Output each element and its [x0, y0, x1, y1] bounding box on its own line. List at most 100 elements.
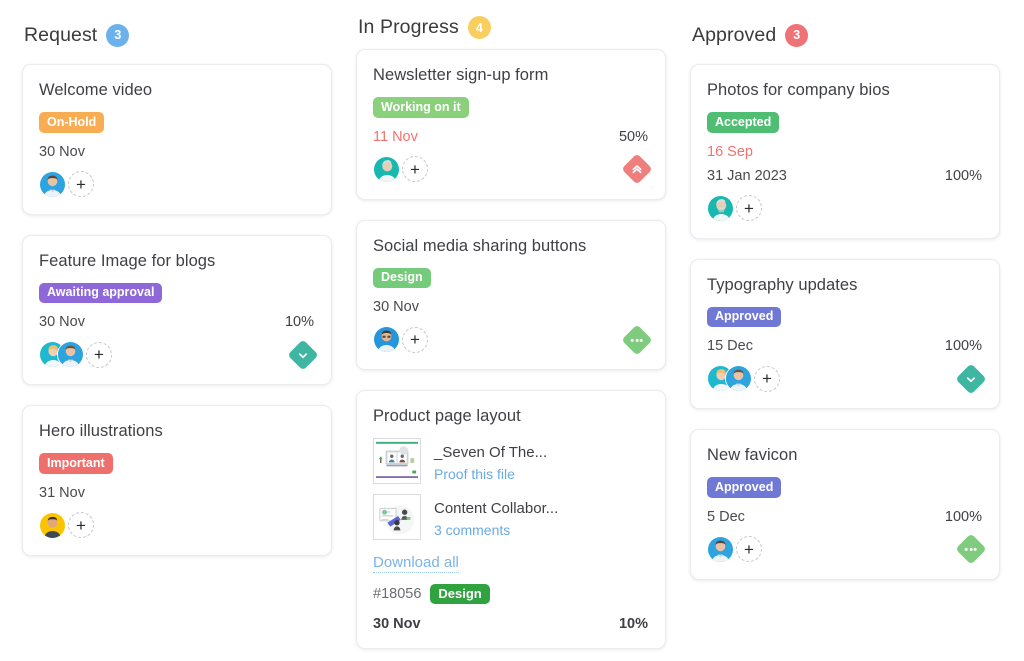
- card-product-page-layout[interactable]: Product page layout _Seven Of The... Pro…: [356, 390, 666, 649]
- due-date: 15 Dec: [707, 338, 753, 354]
- card-social-media-sharing-buttons[interactable]: Social media sharing buttons Design 30 N…: [356, 219, 666, 370]
- card-footer: +: [373, 323, 653, 356]
- card-meta-row: 30 Nov 10%: [373, 616, 648, 632]
- add-assignee-button[interactable]: +: [754, 365, 780, 392]
- progress-percent: 100%: [944, 338, 982, 354]
- card-welcome-video[interactable]: Welcome video On-Hold 30 Nov +: [22, 64, 332, 215]
- column-in-progress: In Progress 4 Newsletter sign-up form Wo…: [356, 16, 666, 661]
- card-meta-row: 11 Nov 50%: [373, 129, 648, 145]
- card-photos-for-company-bios[interactable]: Photos for company bios Accepted 16 Sep …: [690, 64, 1000, 239]
- add-assignee-button[interactable]: +: [402, 326, 428, 353]
- priority-high-icon[interactable]: [621, 153, 653, 185]
- status-badge: Awaiting approval: [39, 282, 163, 303]
- column-count-badge: 3: [106, 23, 130, 47]
- ticket-id: #18056: [373, 586, 422, 602]
- assignee-avatars: +: [707, 194, 762, 222]
- column-header-approved: Approved 3: [690, 16, 1000, 54]
- download-all-link[interactable]: Download all: [373, 554, 459, 573]
- avatar[interactable]: [373, 326, 400, 353]
- card-meta-row: 31 Jan 2023 100%: [707, 168, 982, 184]
- add-assignee-button[interactable]: +: [86, 341, 112, 368]
- priority-low-icon[interactable]: [287, 338, 319, 371]
- file-attachment-row[interactable]: Content Collabor... 3 comments: [373, 494, 648, 540]
- card-meta-row: 31 Nov: [39, 485, 314, 501]
- progress-percent: 100%: [944, 508, 982, 525]
- card-hero-illustrations[interactable]: Hero illustrations Important 31 Nov +: [22, 405, 332, 556]
- card-footer: +: [39, 511, 314, 539]
- progress-percent: 100%: [944, 167, 982, 184]
- due-date: 30 Nov: [373, 299, 419, 315]
- ticket-tag: Design: [430, 584, 490, 604]
- assignee-avatars: +: [39, 170, 94, 198]
- column-title: Request: [24, 23, 98, 46]
- status-badge: On-Hold: [39, 112, 105, 133]
- assignee-avatars: +: [707, 365, 780, 392]
- column-request: Request 3 Welcome video On-Hold 30 Nov +: [22, 16, 332, 661]
- file-thumbnail-proof[interactable]: [373, 438, 421, 484]
- card-title: Typography updates: [707, 275, 858, 294]
- due-date: 30 Nov: [39, 143, 85, 160]
- card-title: Social media sharing buttons: [373, 236, 587, 255]
- download-all-wrapper: Download all: [373, 550, 648, 573]
- file-attachment-row[interactable]: _Seven Of The... Proof this file: [373, 438, 648, 484]
- card-title: New favicon: [707, 446, 798, 464]
- card-newsletter-sign-up-form[interactable]: Newsletter sign-up form Working on it 11…: [356, 49, 666, 200]
- file-meta: Content Collabor... 3 comments: [434, 494, 558, 538]
- card-footer: +: [373, 153, 653, 185]
- card-typography-updates[interactable]: Typography updates Approved 15 Dec 100% …: [690, 258, 1000, 409]
- due-date: 5 Dec: [707, 508, 745, 525]
- assignee-avatars: +: [39, 341, 112, 368]
- priority-low-icon[interactable]: [955, 362, 987, 395]
- card-new-favicon[interactable]: New favicon Approved 5 Dec 100% +: [690, 429, 1000, 580]
- ticket-row: #18056 Design: [373, 584, 648, 604]
- card-title: Photos for company bios: [707, 81, 890, 99]
- card-meta-row: 30 Nov: [39, 144, 314, 160]
- avatar[interactable]: [373, 155, 400, 183]
- avatar[interactable]: [707, 194, 734, 222]
- due-date: 11 Nov: [373, 128, 418, 145]
- proof-this-file-link[interactable]: Proof this file: [434, 466, 547, 482]
- due-date: 30 Nov: [39, 314, 85, 330]
- assignee-avatars: +: [39, 511, 94, 539]
- card-feature-image-for-blogs[interactable]: Feature Image for blogs Awaiting approva…: [22, 234, 332, 385]
- comments-link[interactable]: 3 comments: [434, 522, 558, 538]
- column-header-in-progress: In Progress 4: [356, 16, 666, 39]
- assignee-avatars: +: [707, 535, 762, 563]
- file-meta: _Seven Of The... Proof this file: [434, 438, 547, 482]
- add-assignee-button[interactable]: +: [402, 156, 428, 182]
- card-title: Newsletter sign-up form: [373, 66, 549, 84]
- avatar[interactable]: [57, 341, 84, 368]
- priority-medium-icon[interactable]: [621, 323, 653, 356]
- card-subdate-row: 16 Sep: [707, 144, 982, 160]
- priority-medium-icon[interactable]: [955, 533, 987, 565]
- card-meta-row: 5 Dec 100%: [707, 509, 982, 525]
- secondary-date: 16 Sep: [707, 143, 753, 160]
- column-count-badge: 4: [467, 16, 491, 39]
- card-meta-row: 15 Dec 100%: [707, 338, 982, 354]
- status-badge: Approved: [707, 477, 782, 498]
- avatar[interactable]: [707, 535, 734, 563]
- avatar[interactable]: [39, 511, 66, 539]
- card-meta-row: 30 Nov 10%: [39, 314, 314, 330]
- progress-percent: 10%: [284, 314, 314, 330]
- due-date: 30 Nov: [373, 616, 421, 632]
- avatar[interactable]: [39, 170, 66, 198]
- status-badge: Design: [373, 267, 431, 288]
- card-title: Feature Image for blogs: [39, 251, 216, 270]
- column-approved: Approved 3 Photos for company bios Accep…: [690, 16, 1000, 661]
- file-thumbnail-collaboration[interactable]: [373, 494, 421, 540]
- column-header-request: Request 3: [22, 16, 332, 54]
- due-date: 31 Jan 2023: [707, 167, 787, 184]
- card-footer: +: [39, 338, 319, 371]
- status-badge: Important: [39, 453, 113, 474]
- add-assignee-button[interactable]: +: [68, 512, 94, 538]
- add-assignee-button[interactable]: +: [736, 195, 762, 221]
- card-footer: +: [707, 194, 982, 222]
- add-assignee-button[interactable]: +: [736, 536, 762, 562]
- avatar[interactable]: [725, 365, 752, 392]
- status-badge: Approved: [707, 306, 782, 327]
- status-badge: Working on it: [373, 97, 469, 118]
- assignee-avatars: +: [373, 155, 428, 183]
- card-title: Welcome video: [39, 81, 153, 99]
- add-assignee-button[interactable]: +: [68, 171, 94, 197]
